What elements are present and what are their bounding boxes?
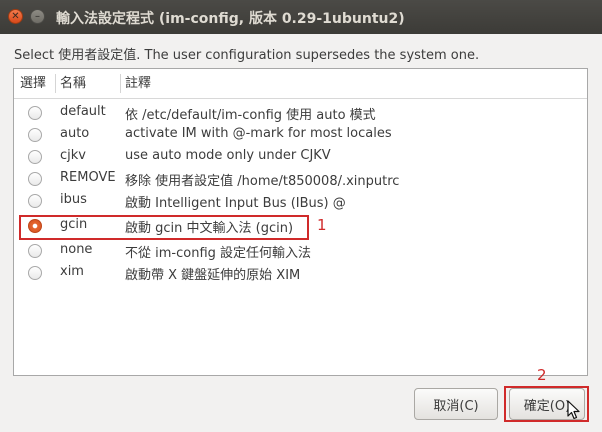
method-description: 依 /etc/default/im-config 使用 auto 模式 [125, 108, 376, 123]
list-item-none[interactable]: none 不從 im-config 設定任何輸入法 [14, 240, 587, 262]
instruction-text: Select 使用者設定值. The user configuration su… [14, 48, 480, 63]
highlight-box-gcin [19, 215, 309, 240]
list-item-xim[interactable]: xim 啟動帶 X 鍵盤延伸的原始 XIM [14, 262, 587, 284]
minimize-icon: – [35, 10, 40, 22]
radio-button[interactable] [28, 266, 42, 280]
method-description: 啟動帶 X 鍵盤延伸的原始 XIM [125, 268, 301, 283]
method-description: activate IM with @-mark for most locales [125, 126, 392, 141]
column-header-name[interactable]: 名稱 [60, 69, 86, 98]
minimize-window-button[interactable]: – [30, 9, 45, 24]
column-divider [55, 74, 56, 93]
method-description: 移除 使用者設定值 /home/t850008/.xinputrc [125, 174, 400, 189]
radio-button[interactable] [28, 128, 42, 142]
step-number-2: 2 [537, 366, 547, 384]
close-icon: ✕ [11, 10, 20, 22]
radio-button[interactable] [28, 194, 42, 208]
method-description: 啟動 Intelligent Input Bus (IBus) @ [125, 196, 346, 211]
step-number-1: 1 [317, 216, 327, 234]
list-header: 選擇 名稱 註釋 [14, 69, 587, 99]
method-name: auto [60, 126, 90, 141]
method-name: ibus [60, 192, 87, 207]
method-name: REMOVE [60, 170, 116, 185]
method-name: none [60, 242, 93, 257]
method-name: xim [60, 264, 84, 279]
column-header-select[interactable]: 選擇 [20, 69, 46, 98]
method-name: default [60, 104, 106, 119]
column-divider [120, 74, 121, 93]
close-window-button[interactable]: ✕ [8, 9, 23, 24]
window-title: 輸入法設定程式 (im-config, 版本 0.29-1ubuntu2) [56, 11, 405, 27]
radio-button[interactable] [28, 150, 42, 164]
title-bar: ✕ – 輸入法設定程式 (im-config, 版本 0.29-1ubuntu2… [0, 0, 602, 34]
radio-button[interactable] [28, 244, 42, 258]
method-name: cjkv [60, 148, 86, 163]
cancel-button[interactable]: 取消(C) [414, 388, 498, 420]
list-item-remove[interactable]: REMOVE 移除 使用者設定值 /home/t850008/.xinputrc [14, 168, 587, 190]
method-description: use auto mode only under CJKV [125, 148, 331, 163]
im-config-dialog: ✕ – 輸入法設定程式 (im-config, 版本 0.29-1ubuntu2… [0, 0, 602, 432]
list-item-default[interactable]: default 依 /etc/default/im-config 使用 auto… [14, 102, 587, 124]
column-header-comment[interactable]: 註釋 [125, 69, 151, 98]
radio-button[interactable] [28, 106, 42, 120]
mouse-pointer-icon [567, 400, 580, 420]
list-item-ibus[interactable]: ibus 啟動 Intelligent Input Bus (IBus) @ [14, 190, 587, 212]
list-item-auto[interactable]: auto activate IM with @-mark for most lo… [14, 124, 587, 146]
radio-button[interactable] [28, 172, 42, 186]
method-description: 不從 im-config 設定任何輸入法 [125, 246, 312, 261]
list-item-cjkv[interactable]: cjkv use auto mode only under CJKV [14, 146, 587, 168]
